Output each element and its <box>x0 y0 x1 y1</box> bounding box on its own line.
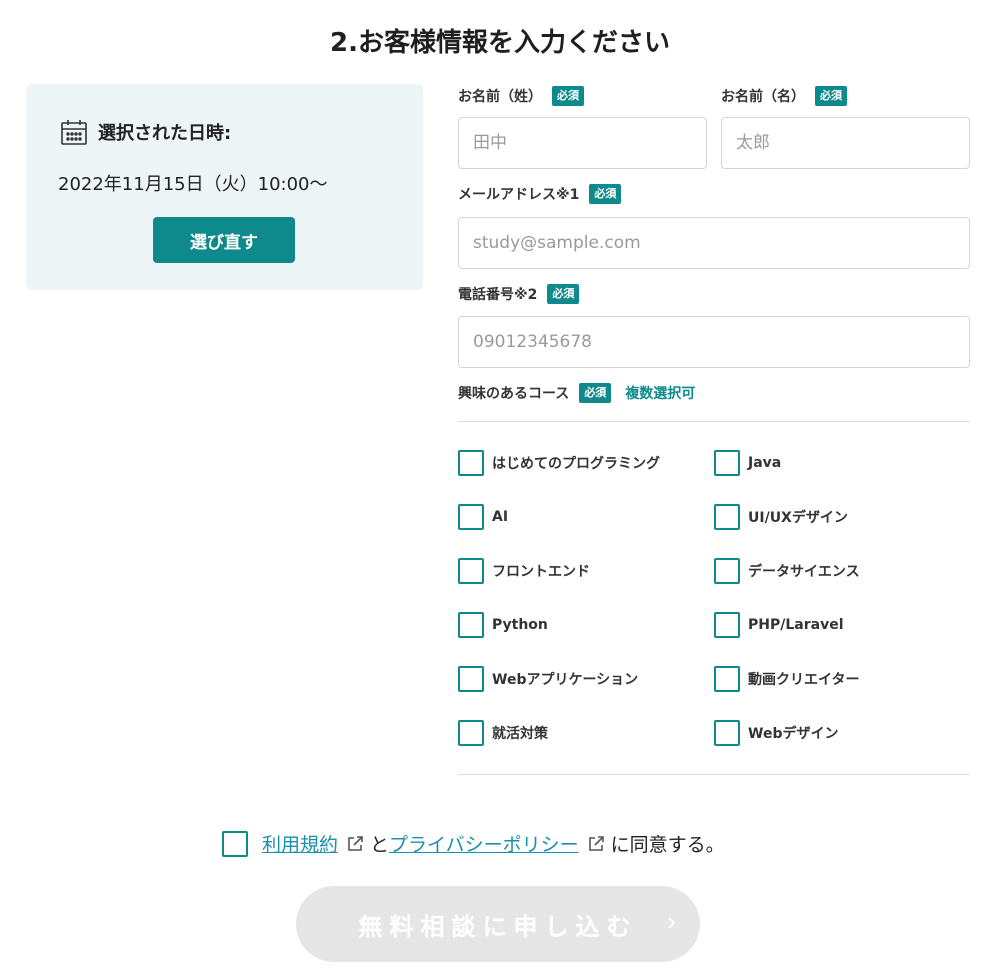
reselect-button[interactable]: 選び直す <box>153 217 295 263</box>
course-option[interactable]: UI/UXデザイン <box>714 504 848 530</box>
divider <box>458 421 970 422</box>
course-option[interactable]: データサイエンス <box>714 558 860 584</box>
checkbox[interactable] <box>458 504 484 530</box>
course-label: Webアプリケーション <box>492 672 639 688</box>
checkbox[interactable] <box>458 612 484 638</box>
checkbox[interactable] <box>714 450 740 476</box>
required-badge: 必須 <box>589 184 622 204</box>
external-link-icon <box>346 835 364 853</box>
required-badge: 必須 <box>547 284 580 304</box>
course-option[interactable]: フロントエンド <box>458 558 590 584</box>
course-option[interactable]: PHP/Laravel <box>714 612 844 638</box>
course-option[interactable]: 動画クリエイター <box>714 666 859 692</box>
course-option[interactable]: Webアプリケーション <box>458 666 638 692</box>
last-name-label-text: お名前（姓） <box>458 89 542 105</box>
chevron-right-icon <box>668 917 676 929</box>
course-option[interactable]: Python <box>458 612 548 638</box>
course-label: 就活対策 <box>492 726 548 742</box>
checkbox[interactable] <box>714 666 740 692</box>
checkbox[interactable] <box>714 612 740 638</box>
course-label: UI/UXデザイン <box>748 510 848 526</box>
last-name-input[interactable] <box>458 117 707 169</box>
course-option[interactable]: Webデザイン <box>714 720 838 746</box>
checkbox[interactable] <box>458 558 484 584</box>
course-option[interactable]: Java <box>714 450 781 476</box>
checkbox[interactable] <box>458 666 484 692</box>
checkbox[interactable] <box>458 450 484 476</box>
course-option[interactable]: 就活対策 <box>458 720 548 746</box>
selected-datetime-panel: 選択された日時: 2022年11月15日（火）10:00〜 選び直す <box>26 84 423 290</box>
course-label: AI <box>492 509 509 525</box>
external-link-icon <box>587 835 605 853</box>
checkbox[interactable] <box>714 558 740 584</box>
required-badge: 必須 <box>579 383 612 403</box>
submit-button-label: 無料相談に申し込む <box>358 912 638 941</box>
course-label: 動画クリエイター <box>748 672 860 688</box>
checkbox[interactable] <box>458 720 484 746</box>
phone-input[interactable] <box>458 316 970 368</box>
agreement-row: 利用規約 と プライバシーポリシー に同意する。 <box>222 830 725 857</box>
course-label: PHP/Laravel <box>748 617 844 633</box>
course-label: Python <box>492 617 548 633</box>
email-input[interactable] <box>458 217 970 269</box>
courses-label-text: 興味のあるコース <box>458 386 570 402</box>
calendar-icon <box>60 118 88 146</box>
course-option[interactable]: AI <box>458 504 508 530</box>
page: 2.お客様情報を入力ください 選択された日時: 2022年11月15日（火）10… <box>0 0 1000 977</box>
first-name-input[interactable] <box>721 117 970 169</box>
email-label: メールアドレス※1 必須 <box>458 184 622 204</box>
course-label: Webデザイン <box>748 726 839 742</box>
checkbox[interactable] <box>714 504 740 530</box>
course-label: はじめてのプログラミング <box>492 456 660 472</box>
courses-label: 興味のあるコース 必須 複数選択可 <box>458 383 695 403</box>
selected-datetime-header: 選択された日時: <box>60 118 231 146</box>
multi-select-note: 複数選択可 <box>625 386 696 402</box>
course-label: フロントエンド <box>492 564 590 580</box>
agreement-suffix: に同意する。 <box>610 834 725 856</box>
phone-label: 電話番号※2 必須 <box>458 284 580 304</box>
course-option[interactable]: はじめてのプログラミング <box>458 450 660 476</box>
phone-label-text: 電話番号※2 <box>458 287 538 303</box>
submit-button[interactable]: 無料相談に申し込む <box>296 886 700 962</box>
course-label: Java <box>748 455 782 471</box>
agreement-connector: と <box>370 834 390 856</box>
checkbox[interactable] <box>714 720 740 746</box>
terms-link[interactable]: 利用規約 <box>262 830 338 857</box>
required-badge: 必須 <box>552 86 584 106</box>
email-label-text: メールアドレス※1 <box>458 187 580 203</box>
selected-datetime-value: 2022年11月15日（火）10:00〜 <box>58 174 328 195</box>
course-label: データサイエンス <box>748 564 860 580</box>
last-name-label: お名前（姓） 必須 <box>458 86 584 106</box>
section-title: 2.お客様情報を入力ください <box>330 28 670 58</box>
required-badge: 必須 <box>815 86 847 106</box>
selected-datetime-label: 選択された日時: <box>98 123 232 144</box>
agreement-checkbox[interactable] <box>222 830 248 857</box>
first-name-label-text: お名前（名） <box>721 89 805 105</box>
privacy-policy-link[interactable]: プライバシーポリシー <box>389 830 579 857</box>
divider <box>458 774 970 775</box>
first-name-label: お名前（名） 必須 <box>721 86 847 106</box>
